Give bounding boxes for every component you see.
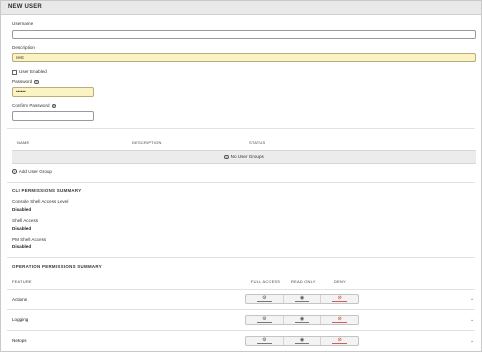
section-divider	[7, 128, 475, 129]
read-only-option[interactable]: ◉	[284, 316, 322, 324]
column-header-name[interactable]: NAME	[17, 140, 29, 145]
add-user-group-button[interactable]: + Add User Group	[12, 169, 52, 175]
cli-item-label: Console Shell Access Level	[12, 199, 69, 204]
empty-groups-text: No User Groups	[230, 154, 264, 159]
full-access-option[interactable]: ⚙	[246, 295, 284, 303]
description-label: Description	[12, 45, 35, 50]
section-divider	[7, 182, 475, 183]
cli-item-label: PM Shell Access	[12, 237, 47, 242]
read-only-option[interactable]: ◉	[284, 337, 322, 345]
permission-selector[interactable]: ⚙ ◉ ⊘	[245, 294, 359, 304]
permission-selector[interactable]: ⚙ ◉ ⊘	[245, 315, 359, 325]
password-field[interactable]: ••••••	[12, 87, 94, 97]
confirm-password-label-wrap: Confirm Password?	[12, 103, 57, 109]
row-divider	[7, 309, 475, 310]
deny-option[interactable]: ⊘	[321, 316, 358, 324]
permission-selector[interactable]: ⚙ ◉ ⊘	[245, 336, 359, 346]
feature-label: Actions	[12, 297, 28, 302]
cli-item-value: Disabled	[12, 244, 32, 249]
column-header-description[interactable]: DESCRIPTION	[132, 140, 162, 145]
confirm-password-label: Confirm Password	[12, 103, 50, 108]
read-only-option[interactable]: ◉	[284, 295, 322, 303]
password-label: Password	[12, 79, 33, 84]
user-enabled-label: User Enabled	[19, 69, 47, 74]
feature-label: Logging	[12, 317, 29, 322]
column-header-full-access: FULL ACCESS	[251, 279, 281, 284]
section-divider	[7, 257, 475, 258]
cli-item-value: Disabled	[12, 226, 32, 231]
info-icon: i	[224, 154, 229, 160]
column-header-status[interactable]: STATUS	[249, 140, 265, 145]
panel-header: NEW USER	[1, 1, 481, 15]
operation-section-title: OPERATION PERMISSIONS SUMMARY	[12, 264, 102, 269]
row-divider	[7, 330, 475, 331]
cli-item-value: Disabled	[12, 207, 32, 212]
plus-icon: +	[12, 169, 17, 175]
cli-item-label: Shell Access	[12, 218, 39, 223]
confirm-password-field[interactable]	[12, 111, 94, 121]
add-user-group-label: Add User Group	[18, 169, 52, 174]
page-title: NEW USER	[8, 4, 42, 10]
empty-groups-row: i No User Groups	[12, 150, 476, 164]
chevron-down-icon[interactable]: ⌄	[470, 317, 474, 323]
new-user-panel: NEW USER Username Description rest User …	[0, 0, 482, 352]
username-label: Username	[12, 21, 34, 26]
deny-option[interactable]: ⊘	[321, 337, 358, 345]
column-header-feature: FEATURE	[12, 279, 32, 284]
info-icon[interactable]: ?	[51, 103, 57, 109]
deny-option[interactable]: ⊘	[321, 295, 358, 303]
full-access-option[interactable]: ⚙	[246, 316, 284, 324]
username-field[interactable]	[12, 30, 476, 39]
column-header-read-only: READ ONLY	[291, 279, 316, 284]
feature-label: Netops	[12, 338, 27, 343]
chevron-down-icon[interactable]: ⌄	[470, 296, 474, 302]
description-field[interactable]: rest	[12, 53, 476, 62]
user-enabled-checkbox[interactable]	[12, 70, 17, 75]
password-label-wrap: Password?	[12, 79, 39, 85]
full-access-option[interactable]: ⚙	[246, 337, 284, 345]
chevron-down-icon[interactable]: ⌄	[470, 338, 474, 344]
column-header-deny: DENY	[334, 279, 346, 284]
row-divider	[7, 289, 475, 290]
info-icon[interactable]: ?	[34, 79, 39, 85]
cli-section-title: CLI PERMISSIONS SUMMARY	[12, 188, 82, 193]
